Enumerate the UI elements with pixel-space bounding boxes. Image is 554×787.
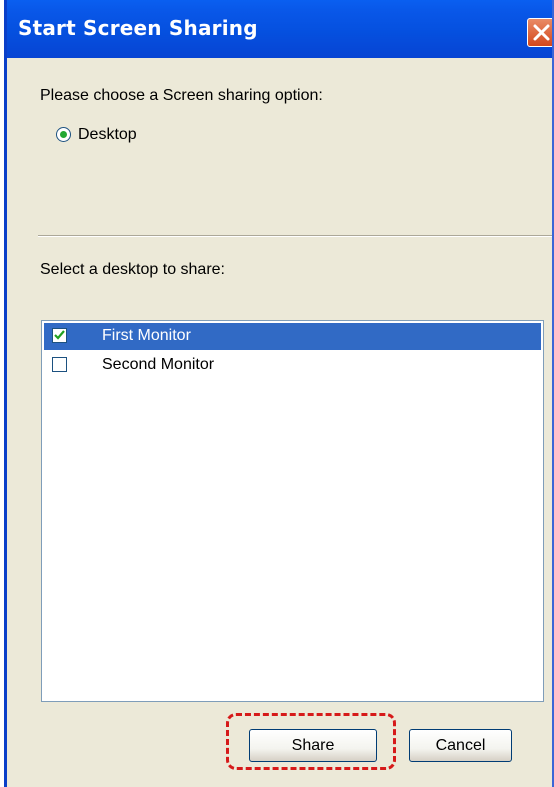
title-bar[interactable]: Start Screen Sharing	[4, 0, 554, 58]
list-item-label: Second Monitor	[102, 356, 215, 373]
close-icon	[533, 24, 550, 41]
separator	[38, 235, 554, 237]
checkbox[interactable]	[52, 328, 67, 343]
radio-selected-dot	[60, 131, 67, 138]
radio-button[interactable]	[56, 127, 71, 142]
dialog-content: Please choose a Screen sharing option: D…	[4, 58, 554, 787]
cancel-button[interactable]: Cancel	[409, 729, 512, 762]
window-left-border	[4, 0, 7, 787]
desktop-select-prompt: Select a desktop to share:	[40, 261, 225, 278]
checkbox[interactable]	[52, 357, 67, 372]
sharing-option-prompt: Please choose a Screen sharing option:	[40, 87, 323, 104]
list-item-first-monitor[interactable]: First Monitor	[44, 323, 541, 350]
dialog-window: Start Screen Sharing Please choose a Scr…	[4, 0, 554, 787]
desktop-listbox[interactable]: First Monitor Second Monitor	[41, 320, 544, 702]
close-button[interactable]	[527, 18, 554, 47]
share-button[interactable]: Share	[249, 729, 377, 762]
radio-label[interactable]: Desktop	[78, 126, 137, 144]
list-item-label: First Monitor	[102, 327, 191, 344]
list-item-second-monitor[interactable]: Second Monitor	[44, 352, 541, 379]
checkmark-icon	[54, 330, 65, 340]
window-title: Start Screen Sharing	[18, 16, 258, 40]
